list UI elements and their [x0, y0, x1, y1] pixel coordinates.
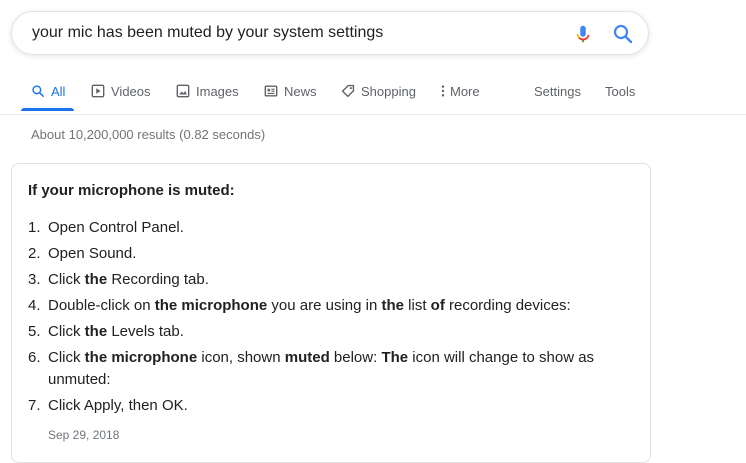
image-icon: [176, 84, 190, 98]
active-tab-indicator: [21, 108, 74, 111]
step-text: Recording tab.: [107, 271, 209, 288]
step-text: Open Control Panel.: [48, 219, 184, 236]
tab-label: More: [450, 83, 480, 99]
search-input[interactable]: [32, 22, 552, 44]
tab-more[interactable]: More: [440, 80, 480, 102]
step-text-bold: the: [84, 271, 108, 288]
step-text: Open Sound.: [48, 245, 137, 262]
step-text: list: [403, 297, 431, 314]
step-text: Click: [48, 349, 85, 366]
tab-label: Shopping: [361, 83, 416, 99]
tab-news[interactable]: News: [264, 80, 317, 102]
step-number: 3.: [28, 271, 41, 288]
snippet-steps: 1. Open Control Panel. 2. Open Sound. 3. Clic…: [28, 217, 628, 421]
news-icon: [264, 85, 278, 97]
step-number: 4.: [28, 297, 41, 314]
settings-label: Settings: [534, 83, 581, 99]
step-text: Click: [48, 323, 85, 340]
snippet-title: If your microphone is muted:: [28, 182, 235, 199]
step-text-bold: the: [381, 297, 404, 314]
video-icon: [91, 84, 105, 98]
step-text: Levels tab.: [107, 323, 184, 340]
result-stats: About 10,200,000 results (0.82 seconds): [31, 127, 266, 142]
search-icon: [32, 85, 45, 98]
tab-label: News: [284, 83, 317, 99]
tools-link[interactable]: Tools: [605, 80, 635, 102]
snippet-step: 3. Click the Recording tab.: [28, 269, 628, 291]
step-text: Click Apply, then OK.: [48, 397, 188, 414]
step-number: 5.: [28, 323, 41, 340]
featured-snippet: If your microphone is muted: 1. Open Cont…: [11, 163, 651, 463]
step-number: 1.: [28, 219, 41, 236]
search-tabs: All Videos Images News Shopping More Set…: [0, 70, 746, 115]
snippet-step: 4. Double-click on the microphone you are…: [28, 295, 628, 317]
step-text: you are using in: [267, 297, 382, 314]
step-text-bold: the microphone: [154, 297, 268, 314]
step-text: Click: [48, 271, 85, 288]
step-text-bold: the: [84, 323, 108, 340]
tab-label: Images: [196, 83, 239, 99]
step-text-bold: muted: [284, 349, 330, 366]
step-text: below:: [329, 349, 382, 366]
microphone-icon[interactable]: [572, 23, 594, 45]
more-vert-icon: [441, 85, 445, 97]
tab-all[interactable]: All: [31, 80, 65, 102]
settings-link[interactable]: Settings: [534, 80, 581, 102]
search-button[interactable]: [611, 22, 635, 46]
tools-label: Tools: [605, 83, 636, 99]
snippet-step: 7. Click Apply, then OK.: [28, 395, 628, 417]
step-number: 6.: [28, 349, 41, 366]
step-text-bold: the microphone: [84, 349, 198, 366]
tab-videos[interactable]: Videos: [91, 80, 151, 102]
search-icon: [613, 24, 633, 44]
snippet-step: 2. Open Sound.: [28, 243, 628, 265]
step-text-bold: The: [381, 349, 409, 366]
tab-label: Videos: [111, 83, 151, 99]
step-number: 7.: [28, 397, 41, 414]
snippet-step: 6. Click the microphone icon, shown muted…: [28, 347, 628, 391]
search-bar: [11, 11, 649, 55]
snippet-step: 1. Open Control Panel.: [28, 217, 628, 239]
step-text-bold: of: [430, 297, 445, 314]
step-text: Double-click on: [48, 297, 155, 314]
snippet-step: 5. Click the Levels tab.: [28, 321, 628, 343]
tab-images[interactable]: Images: [176, 80, 239, 102]
step-number: 2.: [28, 245, 41, 262]
tab-shopping[interactable]: Shopping: [341, 80, 416, 102]
step-text: recording devices:: [444, 297, 571, 314]
snippet-date: Sep 29, 2018: [48, 428, 120, 442]
tab-label: All: [51, 83, 66, 99]
step-text: icon, shown: [197, 349, 285, 366]
tag-icon: [341, 84, 355, 98]
